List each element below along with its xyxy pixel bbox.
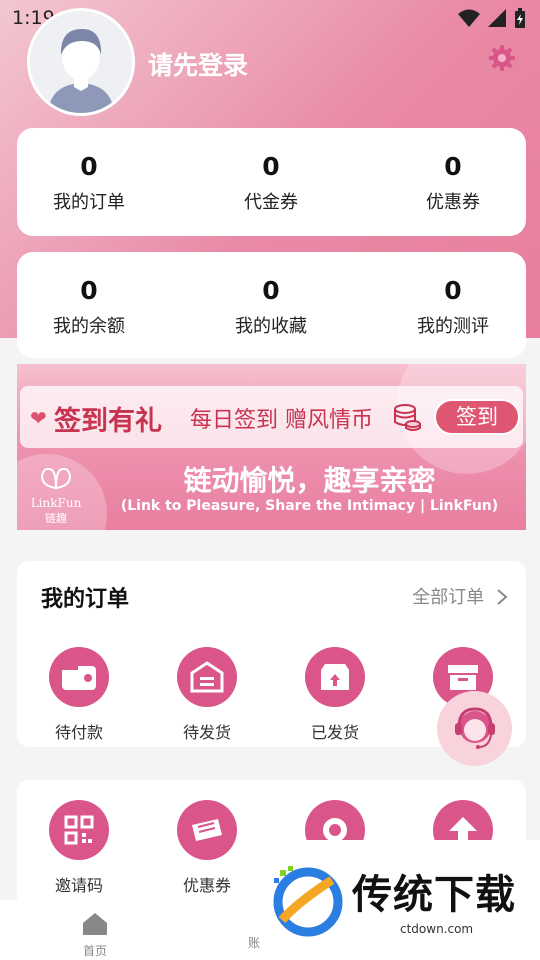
wallet-icon [62,666,96,690]
promo-banner[interactable]: ❤ 签到有礼 每日签到 赠风情币 签到 LinkFun 链趣 链动愉悦，趣享亲密… [17,364,526,530]
stat-value: 0 [80,276,98,305]
watermark-text: 传统下载 [352,872,516,918]
status-icons [458,8,526,28]
watermark-url: ctdown.com [400,922,474,936]
headset-agent-icon [454,706,495,749]
stat-value: 0 [444,276,462,305]
signin-button[interactable]: 签到 [434,399,520,435]
signal-icon [488,9,506,27]
order-status-label: 待付款 [54,723,103,742]
stat-label: 我的收藏 [235,316,307,337]
order-status-label: 待发货 [182,723,231,742]
signin-subtitle: 每日签到 赠风情币 [190,408,373,433]
tool-invite-code[interactable]: 邀请码 [29,800,129,896]
coins-icon [394,404,421,431]
avatar[interactable] [27,8,135,116]
tool-coupons[interactable]: 优惠券 [157,800,257,896]
box-upload-icon [321,664,349,690]
qr-code-icon [64,815,94,845]
stat-balance[interactable]: 0 我的余额 [9,252,169,338]
linkfun-brand: LinkFun [30,496,82,510]
linkfun-brand-cn: 链趣 [45,512,67,525]
warehouse-icon [190,661,224,693]
box-upload-icon-circle [305,647,365,707]
order-shipped[interactable]: 已发货 [285,647,385,743]
signin-bar: ❤ 签到有礼 每日签到 赠风情币 签到 [20,386,523,448]
home-icon [83,913,107,935]
stat-label: 优惠券 [426,192,480,213]
linkfun-logo-icon [40,467,72,490]
tool-label: 邀请码 [54,876,103,895]
stat-value: 0 [80,152,98,181]
signin-title: 签到有礼 [54,406,162,437]
stat-favorites[interactable]: 0 我的收藏 [191,252,351,338]
stat-vouchers[interactable]: 0 代金券 [191,128,351,214]
login-prompt[interactable]: 请先登录 [148,46,248,82]
chevron-right-icon [497,589,508,605]
stat-label: 我的测评 [417,316,489,337]
stat-coupons[interactable]: 0 优惠券 [373,128,533,214]
banner-slogan-en: (Link to Pleasure, Share the Intimacy | … [120,498,499,514]
watermark-logo-icon [273,866,343,937]
all-orders-label: 全部订单 [412,587,485,608]
coupon-icon-circle [177,800,237,860]
qr-code-icon-circle [49,800,109,860]
wallet-icon-circle [49,647,109,707]
wifi-icon [458,9,480,27]
orders-title: 我的订单 [41,587,130,612]
linkfun-logo: LinkFun 链趣 [25,464,87,526]
stat-value: 0 [262,152,280,181]
customer-support-button[interactable] [437,691,512,766]
stats-card-orders: 0 我的订单 0 代金券 0 优惠券 [17,128,526,236]
warehouse-icon-circle [177,647,237,707]
tool-label: 优惠券 [182,876,231,895]
stat-value: 0 [262,276,280,305]
tab-account-partial[interactable]: 账 [248,934,260,951]
tab-home-label: 首页 [82,944,107,958]
heart-icon: ❤ [30,406,47,430]
tab-home[interactable]: 首页 [70,912,120,959]
stat-value: 0 [444,152,462,181]
stat-label: 代金券 [244,192,298,213]
stat-label: 我的余额 [53,316,125,337]
order-pending-payment[interactable]: 待付款 [29,647,129,743]
settings-gear-icon[interactable] [488,44,516,72]
all-orders-link[interactable]: 全部订单 [412,583,508,609]
user-avatar-icon [30,11,132,113]
watermark-overlay: 传统下载 ctdown.com [262,840,540,960]
battery-icon [515,8,525,28]
banner-slogan: 链动愉悦，趣享亲密 [183,464,436,497]
order-pending-shipment[interactable]: 待发货 [157,647,257,743]
coupon-icon [192,819,222,841]
order-status-label: 已发货 [310,723,359,742]
archive-icon [448,665,478,690]
stats-card-wallet: 0 我的余额 0 我的收藏 0 我的测评 [17,252,526,358]
stat-my-orders[interactable]: 0 我的订单 [9,128,169,214]
stat-reviews[interactable]: 0 我的测评 [373,252,533,338]
stat-label: 我的订单 [53,192,125,213]
